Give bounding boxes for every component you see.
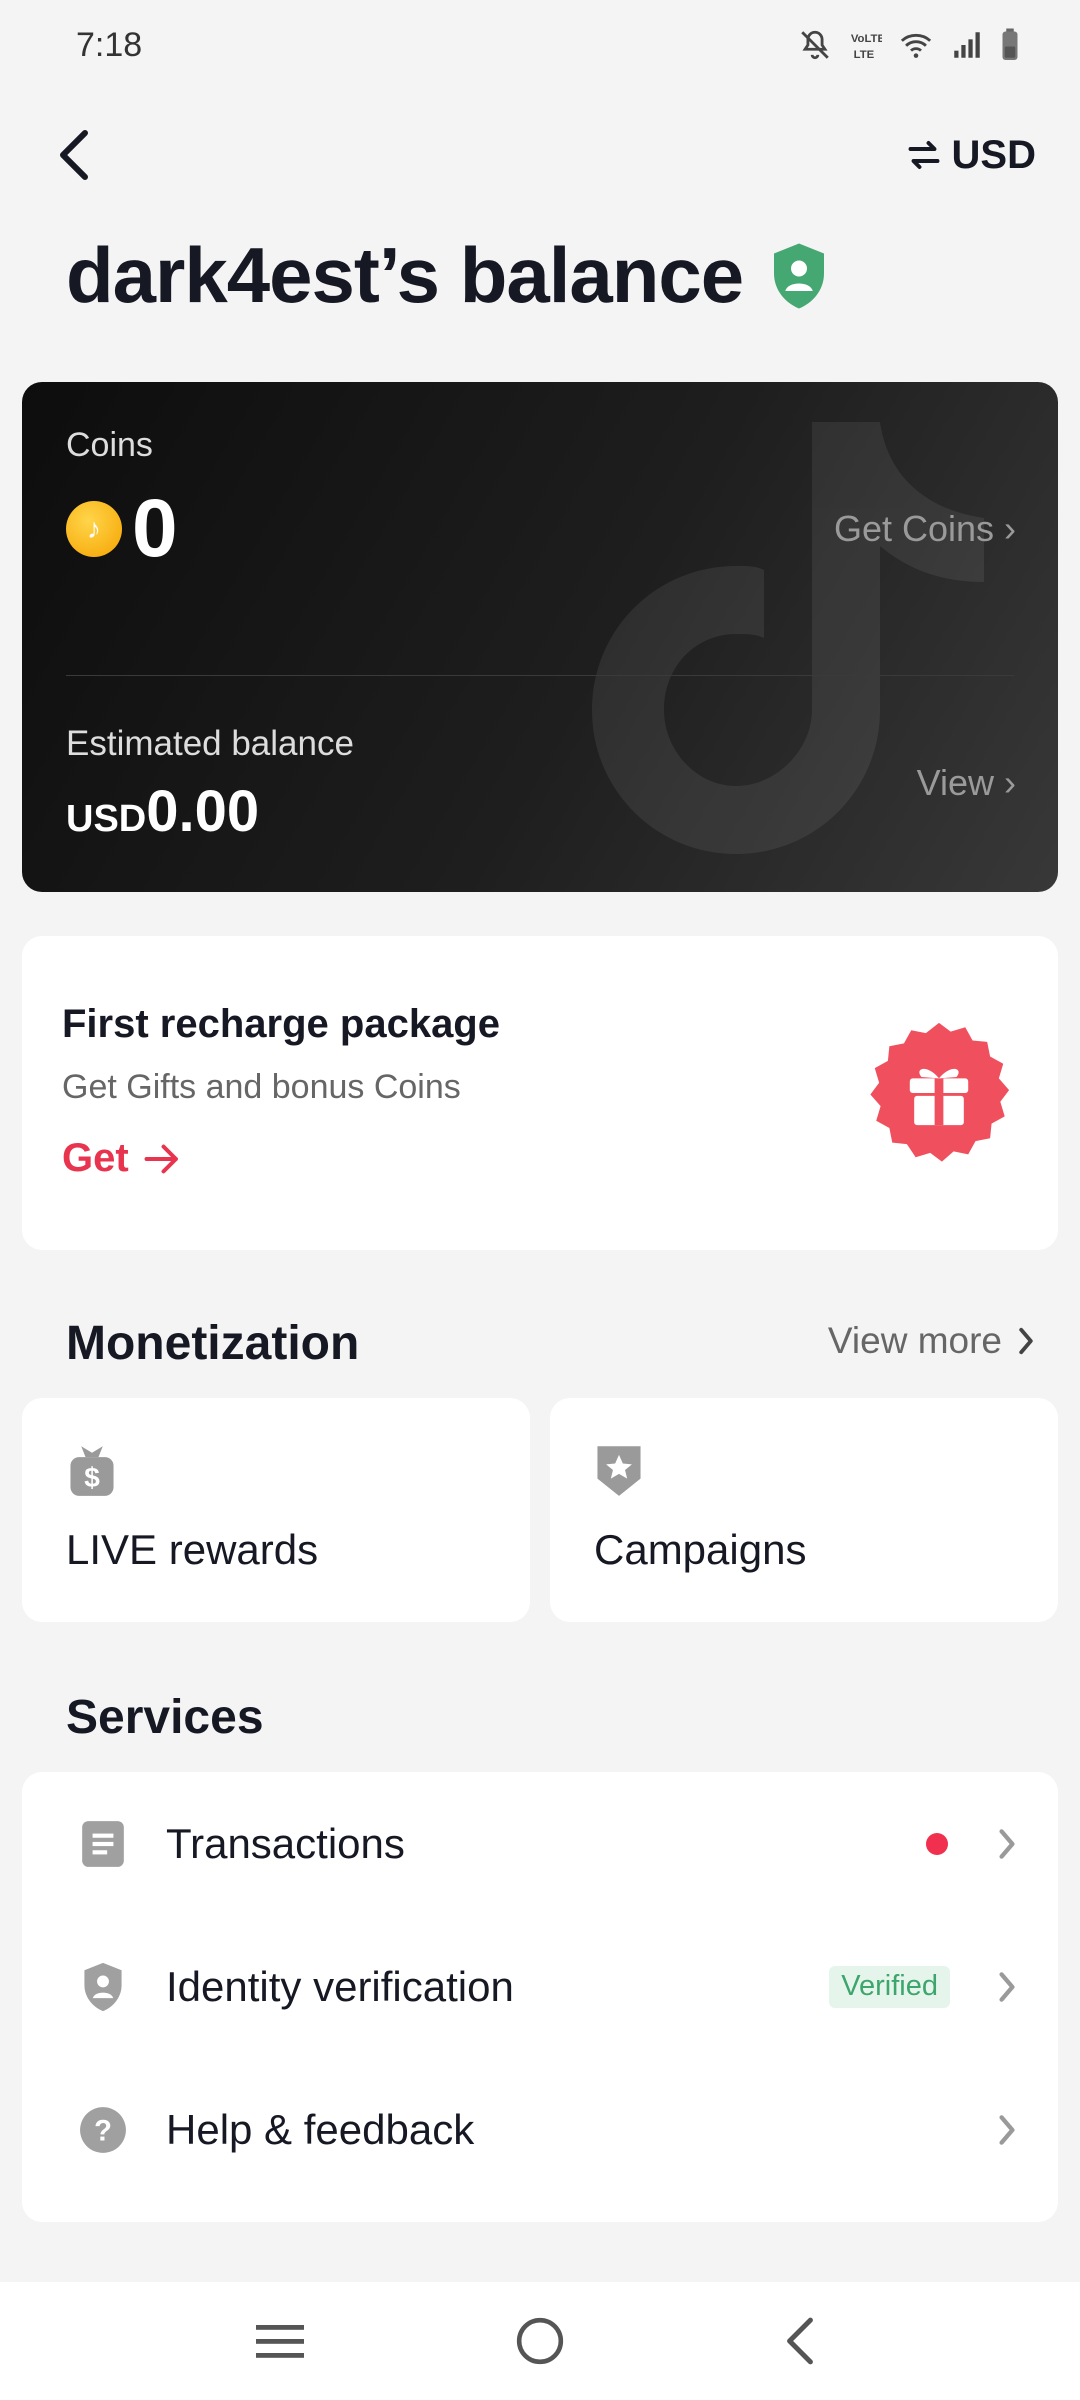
page-title: dark4est’s balance — [66, 231, 744, 319]
chevron-right-icon — [999, 1828, 1015, 1859]
estimated-balance-row: USD 0.00 — [66, 778, 259, 845]
identity-verification-label: Identity verification — [166, 1962, 514, 2010]
svg-text:LTE: LTE — [854, 49, 875, 61]
badge-star-icon — [597, 1446, 641, 1496]
card-divider — [66, 675, 1014, 676]
shield-user-icon — [78, 1962, 128, 2012]
live-rewards-label: LIVE rewards — [66, 1526, 319, 1573]
coins-row: ♪ 0 — [66, 482, 178, 576]
battery-icon — [1000, 27, 1020, 63]
status-icons: VoLTE LTE — [798, 27, 1020, 63]
chevron-right-icon — [999, 1971, 1015, 2002]
notification-dot — [926, 1832, 948, 1855]
recents-button[interactable] — [235, 2296, 325, 2386]
estimated-value: 0.00 — [146, 779, 260, 844]
balance-card: Coins ♪ 0 Get Coins › Estimated balance … — [22, 382, 1058, 892]
header: USD — [0, 120, 1080, 190]
verified-badge: Verified — [829, 1965, 950, 2008]
currency-switch-button[interactable]: USD — [906, 133, 1036, 178]
signal-icon — [950, 28, 984, 62]
coin-icon: ♪ — [66, 501, 122, 557]
recharge-subtitle: Get Gifts and bonus Coins — [62, 1068, 461, 1106]
view-more-label: View more — [827, 1320, 1002, 1361]
money-bag-icon: $ — [70, 1446, 114, 1496]
estimated-currency: USD — [66, 798, 147, 840]
recharge-card[interactable]: First recharge package Get Gifts and bon… — [22, 936, 1058, 1250]
menu-icon — [256, 2325, 304, 2358]
svg-text:$: $ — [84, 1462, 100, 1493]
chevron-left-icon — [60, 130, 88, 180]
volte-icon: VoLTE LTE — [848, 28, 882, 62]
chevron-left-icon — [787, 2317, 813, 2365]
help-feedback-row[interactable]: ? Help & feedback — [22, 2058, 1058, 2201]
currency-label: USD — [951, 132, 1036, 177]
home-circle-icon — [516, 2317, 564, 2365]
campaigns-card[interactable]: Campaigns — [550, 1398, 1058, 1622]
coins-value: 0 — [132, 483, 178, 574]
system-back-button[interactable] — [755, 2296, 845, 2386]
mute-icon — [798, 28, 832, 62]
services-title: Services — [66, 1691, 264, 1744]
status-time: 7:18 — [76, 25, 143, 64]
swap-icon — [908, 141, 939, 169]
arrow-right-icon — [144, 1144, 178, 1173]
identity-verification-row[interactable]: Identity verification Verified — [22, 1915, 1058, 2058]
shield-user-icon[interactable] — [769, 241, 829, 311]
recharge-title: First recharge package — [62, 1002, 500, 1046]
status-bar: 7:18 VoLTE LTE — [0, 0, 1080, 90]
gift-icon — [870, 1022, 1010, 1162]
home-button[interactable] — [495, 2296, 585, 2386]
transactions-label: Transactions — [166, 1819, 405, 1867]
page-title-row: dark4est’s balance — [66, 230, 829, 321]
chevron-right-icon — [1019, 1327, 1033, 1355]
campaigns-label: Campaigns — [594, 1526, 807, 1573]
back-button[interactable] — [40, 120, 110, 190]
svg-text:?: ? — [94, 2115, 112, 2147]
system-nav-bar — [0, 2282, 1080, 2400]
get-coins-link[interactable]: Get Coins › — [834, 508, 1016, 550]
svg-text:VoLTE: VoLTE — [851, 33, 882, 45]
chevron-right-icon — [999, 2114, 1015, 2145]
help-feedback-label: Help & feedback — [166, 2105, 475, 2153]
view-more-link[interactable]: View more — [828, 1320, 1036, 1362]
wifi-icon — [898, 28, 934, 62]
transactions-row[interactable]: Transactions — [22, 1772, 1058, 1915]
document-icon — [78, 1819, 128, 1869]
coins-label: Coins — [66, 426, 153, 464]
question-icon: ? — [78, 2105, 128, 2155]
services-list: Transactions Identity verification Verif… — [22, 1772, 1058, 2222]
view-balance-link[interactable]: View › — [917, 762, 1016, 804]
live-rewards-card[interactable]: $ LIVE rewards — [22, 1398, 530, 1622]
recharge-get-label: Get — [62, 1136, 129, 1180]
monetization-title: Monetization — [66, 1317, 360, 1370]
estimated-balance-label: Estimated balance — [66, 724, 354, 763]
recharge-get-button[interactable]: Get — [62, 1136, 181, 1181]
